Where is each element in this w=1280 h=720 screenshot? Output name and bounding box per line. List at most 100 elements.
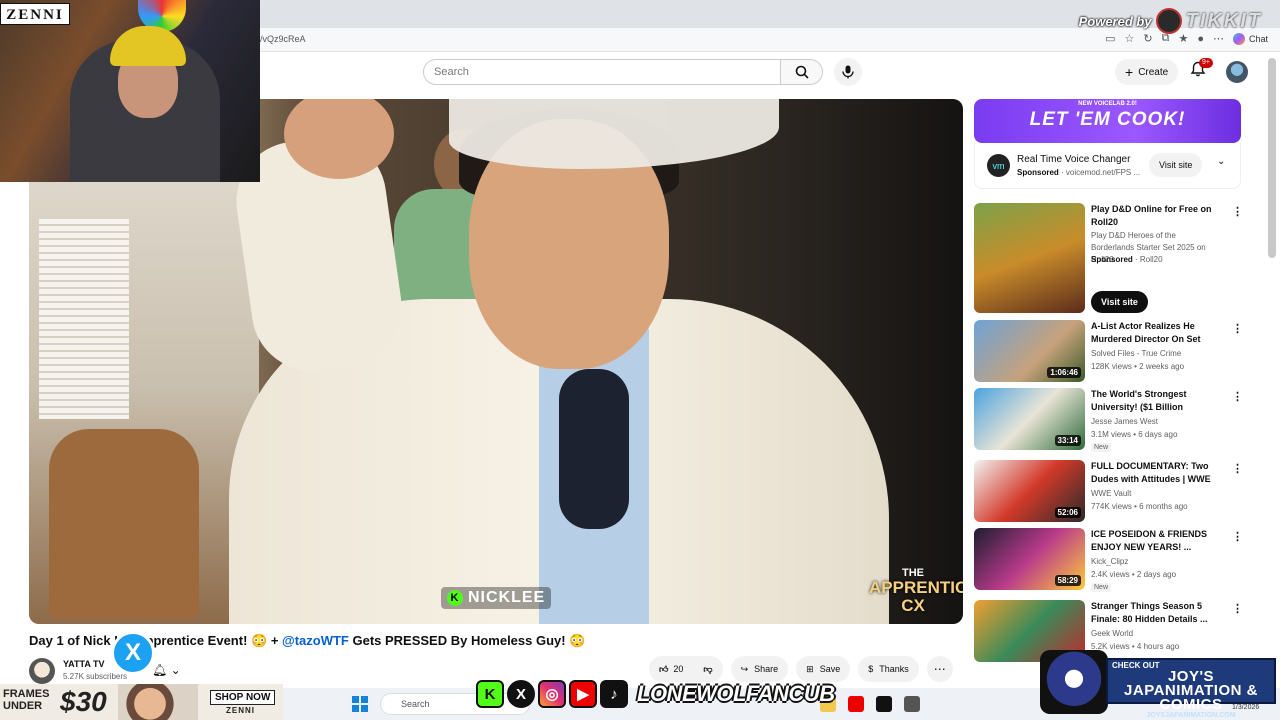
netflix-icon[interactable] bbox=[876, 696, 892, 712]
new-badge: New bbox=[1091, 443, 1112, 452]
sponsored-card[interactable]: Play D&D Online for Free on Roll20 Play … bbox=[974, 203, 1264, 315]
thumbs-up-icon: 👍︎ bbox=[659, 663, 669, 674]
recommendation-meta: 128K views • 2 weeks ago bbox=[1091, 362, 1185, 371]
powered-brand: TIKKIT bbox=[1185, 9, 1262, 32]
video-sunglasses bbox=[559, 369, 629, 529]
vertical-more-icon[interactable]: ⋮ bbox=[1232, 205, 1243, 218]
vertical-more-icon[interactable]: ⋮ bbox=[1232, 462, 1243, 475]
channel-avatar[interactable] bbox=[29, 658, 55, 684]
recommendation-title[interactable]: Stranger Things Season 5 Finale: 80 Hidd… bbox=[1091, 600, 1219, 626]
profile-icon[interactable]: ● bbox=[1197, 33, 1204, 45]
video-chair bbox=[49, 429, 199, 619]
joys-panel: CHECK OUT JOY'S JAPANIMATION & COMICS JO… bbox=[1106, 658, 1276, 719]
sponsored-thumbnail[interactable] bbox=[974, 203, 1085, 313]
ad-banner[interactable]: NEW VOICELAB 2.0! LET 'EM COOK! bbox=[974, 99, 1241, 143]
powered-by-text: Powered by bbox=[1078, 13, 1152, 29]
new-badge: New bbox=[1091, 583, 1112, 592]
video-duration: 58:29 bbox=[1054, 575, 1081, 586]
recommendation-channel[interactable]: Solved Files - True Crime bbox=[1091, 349, 1181, 358]
subscription-bell-icon[interactable]: 🔔︎ ⌄ bbox=[152, 663, 181, 677]
vertical-more-icon[interactable]: ⋮ bbox=[1232, 390, 1243, 403]
sponsored-label: Sponsored · Roll20 bbox=[1091, 255, 1163, 264]
share-icon: ↪ bbox=[740, 663, 749, 674]
search-input[interactable]: Search bbox=[423, 59, 781, 85]
title-mention-link[interactable]: @tazoWTF bbox=[282, 633, 349, 648]
youtube-icon: ▶ bbox=[569, 680, 597, 708]
logo-line3: CX bbox=[901, 596, 925, 615]
thanks-button[interactable]: $ Thanks bbox=[858, 656, 919, 682]
recommendation-thumbnail[interactable]: 52:06 bbox=[974, 460, 1085, 522]
frames-under-line2: UNDER bbox=[3, 700, 43, 712]
zenni-ad-banner: FRAMES UNDER $30 SHOP NOW ZENNI bbox=[0, 684, 283, 720]
notifications-button[interactable]: 9+ bbox=[1190, 58, 1213, 82]
chevron-down-icon[interactable]: ⌄ bbox=[1217, 156, 1225, 167]
recommendation-item[interactable]: 58:29 ICE POSEIDON & FRIENDS ENJOY NEW YE… bbox=[974, 528, 1264, 592]
windows-start-icon[interactable] bbox=[352, 696, 368, 712]
ad-visit-site-button[interactable]: Visit site bbox=[1149, 153, 1203, 177]
frames-price: $30 bbox=[60, 686, 107, 717]
recommendation-title[interactable]: FULL DOCUMENTARY: Two Dudes with Attitud… bbox=[1091, 460, 1219, 487]
ad-info-row: vm Real Time Voice Changer Sponsored · v… bbox=[974, 143, 1241, 189]
recommendation-channel[interactable]: Geek World bbox=[1091, 629, 1133, 638]
recommendation-meta: 3.1M views • 6 days ago bbox=[1091, 430, 1178, 439]
recommendation-item[interactable]: 1:06:46 A-List Actor Realizes He Murdered… bbox=[974, 320, 1264, 384]
video-lower-third: K NICKLEE bbox=[441, 587, 552, 609]
powered-by-overlay: Powered by TIKKIT bbox=[1079, 8, 1262, 34]
channel-name[interactable]: YATTA TV bbox=[63, 659, 105, 669]
frames-under-text: FRAMES UNDER bbox=[3, 688, 49, 712]
recommendation-title[interactable]: A-List Actor Realizes He Murdered Direct… bbox=[1091, 320, 1219, 346]
share-label: Share bbox=[754, 664, 779, 674]
recommendation-channel[interactable]: Kick_Clipz bbox=[1091, 557, 1128, 566]
title-part1: Day 1 of Nick L... Apprentice Event! 😳 + bbox=[29, 633, 283, 648]
sponsored-title[interactable]: Play D&D Online for Free on Roll20 bbox=[1091, 203, 1219, 229]
plus-icon: + bbox=[1125, 64, 1134, 80]
kick-logo-icon: K bbox=[447, 590, 463, 606]
recommendation-item[interactable]: 33:14 The World's Strongest University! (… bbox=[974, 388, 1264, 452]
video-duration: 33:14 bbox=[1054, 435, 1081, 446]
zenni-logo: ZENNI bbox=[0, 3, 70, 25]
vertical-more-icon[interactable]: ⋮ bbox=[1232, 602, 1243, 615]
create-button[interactable]: + Create bbox=[1115, 59, 1179, 85]
app-icon[interactable] bbox=[904, 696, 920, 712]
vertical-more-icon[interactable]: ⋮ bbox=[1232, 530, 1243, 543]
joys-japanimation-overlay: CHECK OUT JOY'S JAPANIMATION & COMICS JO… bbox=[1040, 650, 1276, 719]
video-duration: 1:06:46 bbox=[1047, 367, 1081, 378]
page-scrollbar[interactable] bbox=[1268, 58, 1276, 258]
ad-title[interactable]: Real Time Voice Changer bbox=[1017, 154, 1130, 165]
zenni-model-image bbox=[118, 684, 198, 720]
recommendation-channel-name: Jesse James West bbox=[1091, 417, 1158, 426]
account-avatar[interactable] bbox=[1226, 61, 1248, 83]
shop-now-label: SHOP NOW bbox=[210, 690, 276, 705]
thanks-icon: $ bbox=[868, 664, 874, 674]
dislike-button[interactable]: 👎︎ bbox=[693, 664, 722, 675]
apprentice-cx-logo: THE APPRENTICE CX bbox=[869, 545, 963, 617]
title-part2: Gets PRESSED By Homeless Guy! 😳 bbox=[348, 633, 586, 648]
vertical-more-icon[interactable]: ⋮ bbox=[1232, 322, 1243, 335]
x-logo-icon: X bbox=[111, 631, 155, 675]
recommendation-item[interactable]: 52:06 FULL DOCUMENTARY: Two Dudes with At… bbox=[974, 460, 1264, 524]
sponsored-visit-site-button[interactable]: Visit site bbox=[1091, 291, 1148, 313]
recommendation-channel-name: Geek World bbox=[1091, 629, 1134, 638]
copilot-button[interactable]: Chat bbox=[1232, 32, 1268, 45]
microphone-icon bbox=[842, 65, 854, 79]
recommendation-channel-name: Solved Files - True Crime bbox=[1091, 349, 1182, 358]
recommendation-title[interactable]: The World's Strongest University! ($1 Bi… bbox=[1091, 388, 1219, 415]
recommendation-channel[interactable]: WWE Vault bbox=[1091, 489, 1131, 498]
voice-search-button[interactable] bbox=[834, 58, 862, 86]
search-button[interactable] bbox=[781, 59, 823, 85]
recommendation-channel[interactable]: Jesse James West bbox=[1091, 417, 1158, 426]
recommendation-thumbnail[interactable]: 58:29 bbox=[974, 528, 1085, 590]
ad-subtitle: Sponsored · voicemod.net/FPS ... bbox=[1017, 168, 1141, 177]
url-text[interactable]: /vQz9cReA bbox=[260, 34, 306, 44]
joys-name: JOY'S JAPANIMATION & COMICS bbox=[1124, 668, 1258, 713]
recommendation-channel-name: WWE Vault bbox=[1091, 489, 1132, 498]
more-actions-button[interactable]: ⋯ bbox=[926, 656, 953, 682]
recommendation-title[interactable]: ICE POSEIDON & FRIENDS ENJOY NEW YEARS! … bbox=[1091, 528, 1219, 554]
youtube-app-icon[interactable] bbox=[848, 696, 864, 712]
recommendation-thumbnail[interactable]: 33:14 bbox=[974, 388, 1085, 450]
recommendation-thumbnail[interactable]: 1:06:46 bbox=[974, 320, 1085, 382]
logo-line2: APPRENTICE bbox=[869, 578, 963, 597]
bookmark-icon: ⊞ bbox=[806, 663, 814, 674]
copilot-label: Chat bbox=[1248, 33, 1268, 44]
like-button[interactable]: 👍︎ 20 bbox=[649, 664, 693, 675]
